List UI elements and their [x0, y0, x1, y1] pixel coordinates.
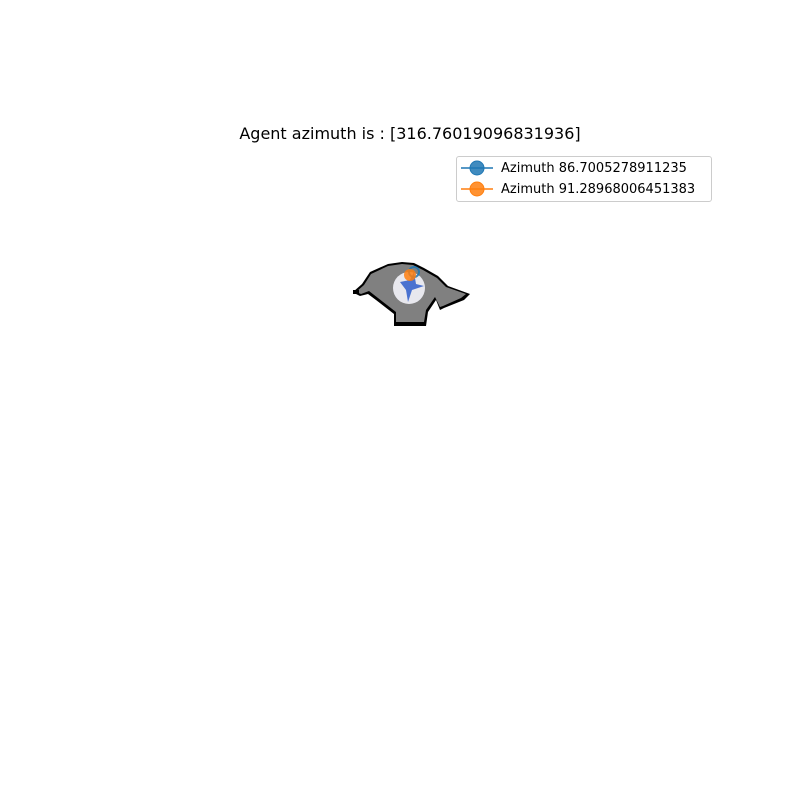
legend-label-azimuth-1: Azimuth 86.7005278911235	[501, 160, 687, 176]
top-down-map	[353, 262, 470, 326]
legend-marker-orange-circle-icon	[461, 181, 493, 197]
legend-item-azimuth-1: Azimuth 86.7005278911235	[457, 158, 687, 178]
legend: Azimuth 86.7005278911235 Azimuth 91.2896…	[456, 156, 712, 202]
legend-item-azimuth-2: Azimuth 91.28968006451383	[457, 179, 695, 199]
azimuth-marker-orange	[404, 269, 416, 281]
plot-title: Agent azimuth is : [316.76019096831936]	[239, 124, 581, 143]
legend-marker-blue-circle-icon	[461, 160, 493, 176]
map-area	[340, 250, 480, 340]
legend-label-azimuth-2: Azimuth 91.28968006451383	[501, 181, 696, 197]
map-wall-fragment	[353, 290, 359, 294]
